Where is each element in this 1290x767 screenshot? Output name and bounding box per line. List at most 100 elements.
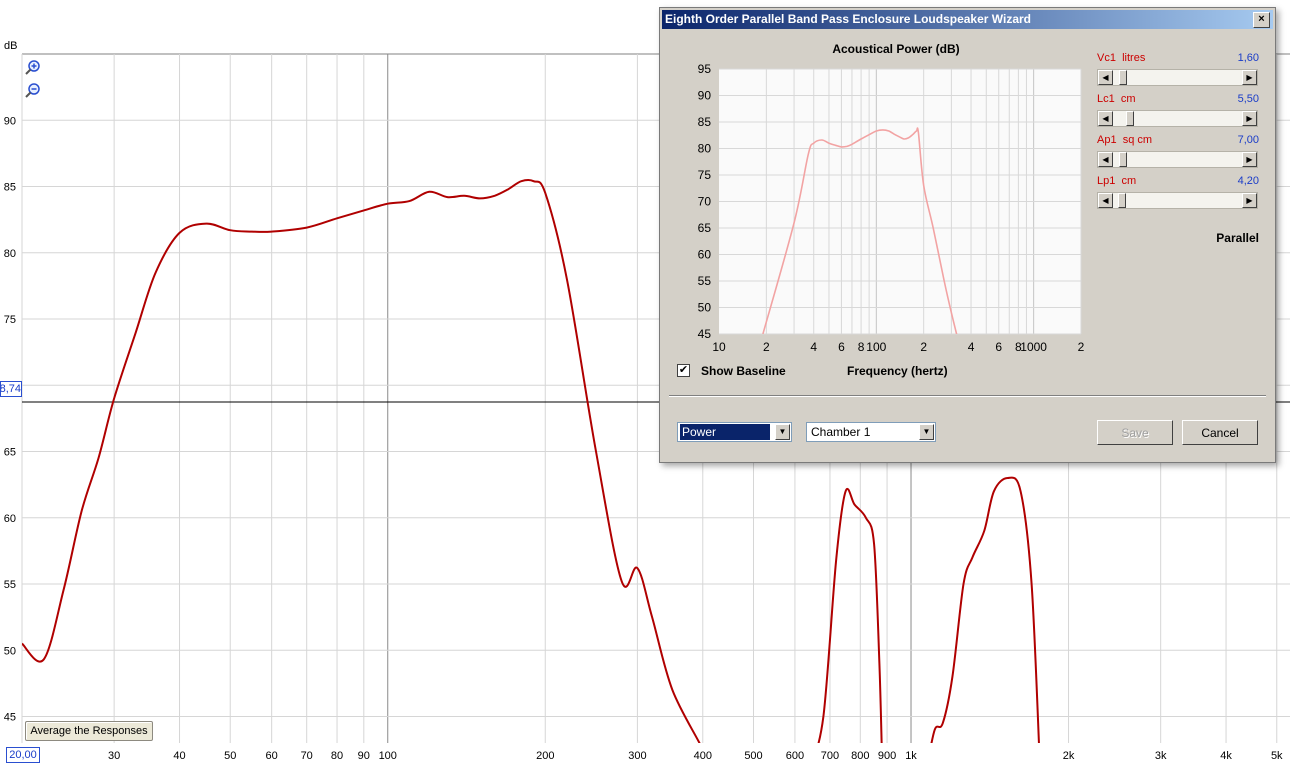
slider-ap1[interactable]: ◀ ▶ — [1097, 151, 1258, 168]
y-tick-label: 75 — [4, 314, 16, 326]
chart-y-tick-label: 85 — [698, 115, 712, 129]
param-label-vc1: Vc1 litres — [1097, 52, 1146, 64]
chart-x-tick-label: 2 — [1078, 340, 1085, 354]
chart-y-tick-label: 95 — [698, 62, 712, 76]
checkmark-icon: ✔ — [678, 364, 689, 376]
cancel-button[interactable]: Cancel — [1182, 420, 1258, 445]
y-tick-label: 80 — [4, 248, 16, 260]
dialog-title: Eighth Order Parallel Band Pass Enclosur… — [665, 12, 1031, 26]
response-type-select[interactable]: Power ▼ — [677, 422, 792, 442]
average-responses-button[interactable]: Average the Responses — [25, 721, 153, 741]
save-button[interactable]: Save — [1097, 420, 1173, 445]
x-tick-label: 80 — [331, 750, 343, 762]
x-tick-label: 300 — [628, 750, 646, 762]
chevron-down-icon[interactable]: ▼ — [919, 424, 934, 440]
x-tick-label: 5k — [1271, 750, 1283, 762]
x-tick-label: 30 — [108, 750, 120, 762]
x-tick-label: 400 — [694, 750, 712, 762]
slider-vc1[interactable]: ◀ ▶ — [1097, 69, 1258, 86]
chart-x-tick-label: 8 — [858, 340, 865, 354]
chart-y-tick-label: 90 — [698, 89, 712, 103]
slider-lp1[interactable]: ◀ ▶ — [1097, 192, 1258, 209]
x-tick-label: 900 — [878, 750, 896, 762]
chart-y-tick-label: 55 — [698, 274, 712, 288]
y-axis-unit: dB — [4, 40, 17, 52]
enclosure-mode-label: Parallel — [1216, 231, 1259, 245]
chart-y-tick-label: 70 — [698, 195, 712, 209]
param-value-ap1: 7,00 — [1237, 134, 1259, 146]
chart-x-tick-label: 2 — [920, 340, 927, 354]
y-tick-label: 90 — [4, 115, 16, 127]
chart-y-tick-label: 50 — [698, 301, 712, 315]
x-tick-label: 1k — [905, 750, 917, 762]
slider-left-arrow-icon[interactable]: ◀ — [1098, 70, 1113, 85]
chart-x-tick-label: 6 — [838, 340, 845, 354]
slider-thumb[interactable] — [1117, 193, 1126, 208]
x-tick-label: 100 — [379, 750, 397, 762]
slider-right-arrow-icon[interactable]: ▶ — [1242, 152, 1257, 167]
chart-x-tick-label: 4 — [968, 340, 975, 354]
chart-x-tick-label: 4 — [810, 340, 817, 354]
chart-x-tick-label: 100 — [866, 340, 886, 354]
slider-thumb[interactable] — [1119, 70, 1128, 85]
show-baseline-label[interactable]: Show Baseline — [701, 364, 786, 378]
dialog-titlebar[interactable]: Eighth Order Parallel Band Pass Enclosur… — [662, 10, 1273, 29]
x-tick-label: 70 — [301, 750, 313, 762]
slider-thumb[interactable] — [1119, 152, 1128, 167]
chart-y-tick-label: 80 — [698, 142, 712, 156]
slider-thumb[interactable] — [1126, 111, 1135, 126]
response-type-value: Power — [680, 424, 770, 440]
slider-right-arrow-icon[interactable]: ▶ — [1242, 111, 1257, 126]
zoom-in-icon[interactable] — [25, 60, 41, 76]
x-tick-label: 50 — [224, 750, 236, 762]
x-tick-label: 200 — [536, 750, 554, 762]
slider-left-arrow-icon[interactable]: ◀ — [1098, 111, 1113, 126]
param-value-vc1: 1,60 — [1237, 52, 1259, 64]
band-pass-wizard-dialog: Eighth Order Parallel Band Pass Enclosur… — [659, 7, 1276, 463]
slider-left-arrow-icon[interactable]: ◀ — [1098, 152, 1113, 167]
chart-y-tick-label: 45 — [698, 327, 712, 341]
x-tick-label: 2k — [1063, 750, 1075, 762]
y-tick-label: 60 — [4, 513, 16, 525]
chevron-down-icon[interactable]: ▼ — [775, 424, 790, 440]
chart-x-tick-label: 1000 — [1020, 340, 1047, 354]
chart-title: Acoustical Power (dB) — [832, 42, 959, 56]
param-value-lc1: 5,50 — [1237, 93, 1259, 105]
x-tick-label: 4k — [1220, 750, 1232, 762]
close-icon[interactable]: × — [1253, 12, 1270, 28]
x-tick-label: 800 — [851, 750, 869, 762]
param-label-lc1: Lc1 cm — [1097, 93, 1136, 105]
x-tick-label: 600 — [786, 750, 804, 762]
chart-y-tick-label: 75 — [698, 168, 712, 182]
chart-x-tick-label: 6 — [995, 340, 1002, 354]
frequency-axis-label: Frequency (hertz) — [847, 364, 948, 378]
y-tick-label: 55 — [4, 579, 16, 591]
zoom-out-icon[interactable] — [25, 83, 41, 99]
slider-left-arrow-icon[interactable]: ◀ — [1098, 193, 1113, 208]
x-tick-label: 3k — [1155, 750, 1167, 762]
chamber-select[interactable]: Chamber 1 ▼ — [806, 422, 936, 442]
slider-right-arrow-icon[interactable]: ▶ — [1242, 193, 1257, 208]
chart-y-tick-label: 65 — [698, 221, 712, 235]
param-label-ap1: Ap1 sq cm — [1097, 134, 1153, 146]
y-tick-label: 65 — [4, 447, 16, 459]
slider-right-arrow-icon[interactable]: ▶ — [1242, 70, 1257, 85]
x-tick-label: 60 — [266, 750, 278, 762]
y-cursor-readout: 68,74 — [0, 381, 22, 397]
chart-x-tick-label: 2 — [763, 340, 770, 354]
dialog-separator — [669, 395, 1266, 397]
x-tick-label: 500 — [744, 750, 762, 762]
x-tick-label: 700 — [821, 750, 839, 762]
x-tick-label: 40 — [173, 750, 185, 762]
chamber-value: Chamber 1 — [811, 425, 871, 439]
show-baseline-checkbox[interactable]: ✔ — [677, 364, 690, 377]
chart-y-tick-label: 60 — [698, 248, 712, 262]
param-value-lp1: 4,20 — [1237, 175, 1259, 187]
chart-x-tick-label: 10 — [712, 340, 726, 354]
param-label-lp1: Lp1 cm — [1097, 175, 1137, 187]
y-tick-label: 50 — [4, 645, 16, 657]
acoustical-power-chart: Acoustical Power (dB) 95 90 85 80 75 70 65 60 55 5… — [698, 42, 1085, 354]
slider-lc1[interactable]: ◀ ▶ — [1097, 110, 1258, 127]
y-tick-label: 45 — [4, 712, 16, 724]
x-cursor-readout: 20,00 — [6, 747, 40, 763]
